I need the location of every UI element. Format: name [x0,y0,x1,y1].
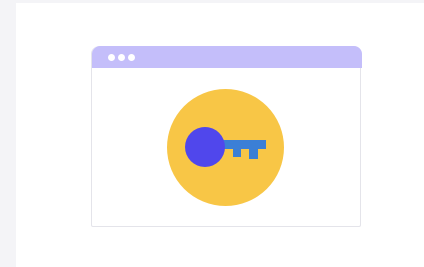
key-tooth-1 [233,149,241,157]
window-controls-icon [108,54,135,61]
key-tooth-2 [249,149,258,159]
window-dot-icon [118,54,125,61]
key-illustration [167,89,284,206]
window-title-bar [92,46,362,68]
key-head [185,127,225,167]
window-dot-icon [108,54,115,61]
window-dot-icon [128,54,135,61]
